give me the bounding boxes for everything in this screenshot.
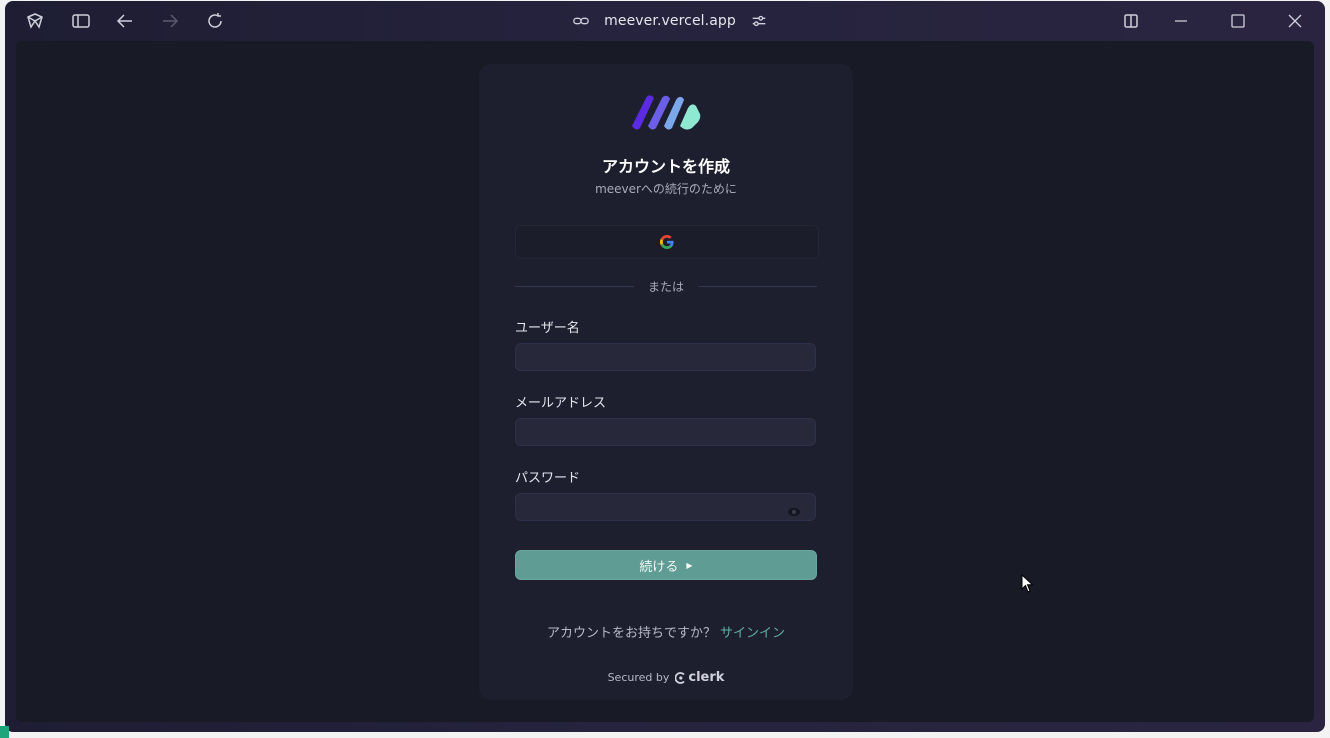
username-label: ユーザー名 (515, 321, 580, 336)
reload-icon[interactable] (205, 11, 225, 31)
password-input[interactable] (516, 494, 815, 520)
continue-button-label: 続ける (639, 559, 679, 575)
taskbar-indicator (0, 726, 9, 738)
secured-by-text: Secured by (607, 671, 670, 684)
meever-logo (628, 92, 704, 134)
link-icon (572, 12, 590, 30)
browser-titlebar: meever.vercel.app (5, 1, 1325, 41)
sliders-icon[interactable] (750, 12, 768, 30)
divider-line-right (698, 285, 818, 287)
password-label: パスワード (515, 471, 581, 486)
secured-by-footer: Secured by clerk (479, 670, 853, 685)
mouse-cursor-icon (1021, 574, 1034, 593)
divider-line-left (515, 285, 634, 287)
username-input[interactable] (516, 344, 815, 370)
or-text: または (648, 279, 685, 294)
password-field[interactable] (515, 493, 816, 521)
signin-link[interactable]: サインイン (720, 626, 785, 641)
google-icon (660, 235, 674, 249)
clerk-brand-text: clerk (688, 670, 725, 685)
page-title: アカウントを作成 (601, 157, 730, 176)
signin-prompt: アカウントをお持ちですか？ サインイン (479, 622, 853, 641)
username-field[interactable] (515, 343, 816, 371)
clerk-icon (675, 671, 686, 684)
email-input[interactable] (516, 419, 815, 445)
page-subtitle: meeverへの続行のために (595, 182, 737, 196)
arrow-left-icon[interactable] (115, 11, 135, 31)
continue-button[interactable]: 続ける ▶ (515, 550, 817, 580)
sidebar-toggle-icon[interactable] (71, 11, 91, 31)
email-label: メールアドレス (515, 396, 607, 411)
signup-card: アカウントを作成 meeverへの続行のために または ユーザー名 メールアドレ… (479, 64, 853, 700)
eye-icon[interactable] (787, 502, 801, 516)
split-view-icon[interactable] (1121, 11, 1141, 31)
browser-window: meever.vercel.app アカウントを作成 meeverへの続行のため… (5, 1, 1325, 732)
maximize-icon[interactable] (1228, 11, 1248, 31)
google-signin-button[interactable] (515, 225, 819, 259)
have-account-text: アカウントをお持ちですか？ (546, 626, 716, 641)
or-divider: または (515, 276, 818, 296)
arrow-right-icon[interactable] (160, 11, 180, 31)
email-field[interactable] (515, 418, 816, 446)
minimize-icon[interactable] (1171, 11, 1191, 31)
url-text[interactable]: meever.vercel.app (604, 13, 736, 29)
page-content: アカウントを作成 meeverへの続行のために または ユーザー名 メールアドレ… (16, 41, 1314, 722)
caret-right-icon: ▶ (686, 560, 693, 570)
address-bar[interactable]: meever.vercel.app (565, 9, 775, 33)
clerk-logo[interactable]: clerk (675, 670, 724, 685)
close-icon[interactable] (1285, 11, 1305, 31)
browser-logo-icon[interactable] (25, 11, 45, 31)
